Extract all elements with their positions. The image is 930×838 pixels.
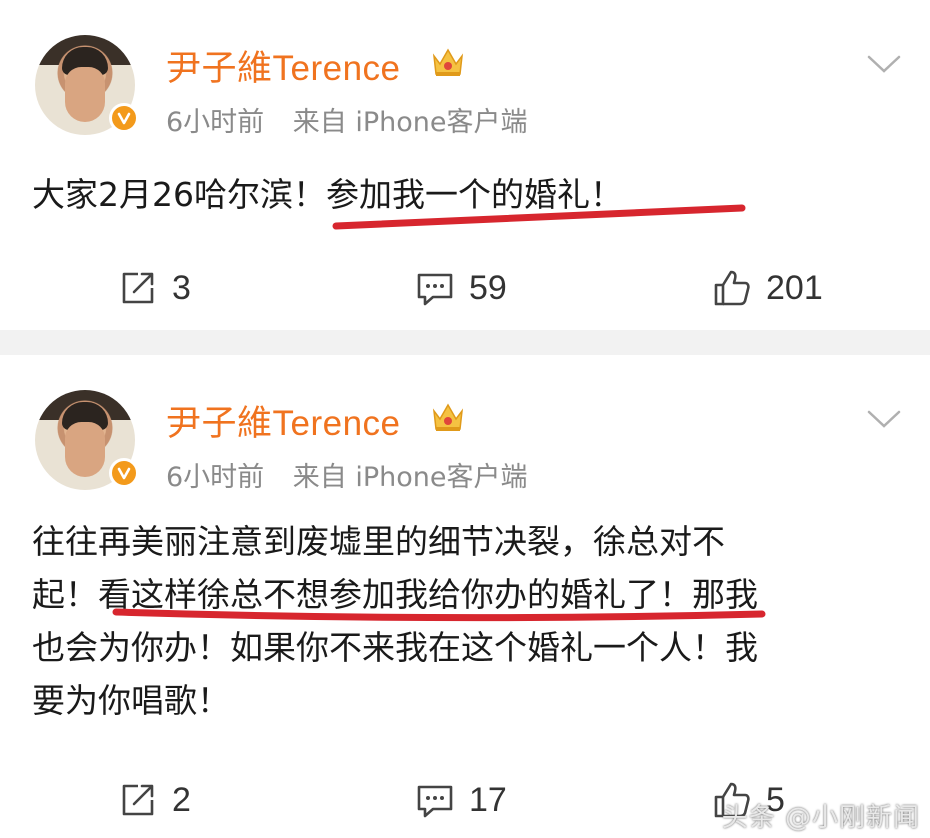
post-text-line: 往往再美丽注意到废墟里的细节决裂，徐总对不 [32,522,725,561]
repost-button[interactable]: 3 [118,258,191,318]
post-text: 大家2月26哈尔滨！ [32,175,326,214]
chevron-down-icon[interactable] [866,52,902,76]
post-text-line: 要为你唱歌！ [32,681,230,720]
like-button[interactable]: 201 [712,258,823,318]
verified-v-icon [109,103,139,133]
action-bar: 3 59 201 [0,258,930,318]
post-time: 6小时前 [166,107,265,138]
comment-button[interactable]: 17 [415,770,507,830]
thumbs-up-icon [714,270,750,306]
weibo-post-2: 尹子維Terence 6小时前 来自 iPhone客户端 往往再美丽注意到废墟里… [0,355,930,838]
comment-icon [417,273,453,306]
avatar[interactable] [35,390,139,490]
watermark: 头条 @小刚新闻 [721,803,920,833]
verified-v-icon [109,458,139,488]
comment-count: 17 [469,780,507,819]
repost-count: 3 [172,268,191,307]
weibo-post-1: 尹子維Terence 6小时前 来自 iPhone客户端 大家2月26哈尔滨！参… [0,0,930,330]
repost-icon [122,272,154,304]
post-meta: 6小时前 来自 iPhone客户端 [166,455,528,494]
comment-button[interactable]: 59 [415,258,507,318]
post-text: 起！ [32,575,98,614]
post-time: 6小时前 [166,462,265,493]
repost-icon [122,784,154,816]
comment-count: 59 [469,268,507,307]
repost-button[interactable]: 2 [118,770,191,830]
post-source: 来自 iPhone客户端 [292,107,528,138]
comment-icon [417,785,453,818]
username[interactable]: 尹子維Terence [166,395,401,446]
post-source: 来自 iPhone客户端 [292,462,528,493]
crown-icon [432,403,464,431]
red-underline-annotation [332,204,746,230]
chevron-down-icon[interactable] [866,407,902,431]
avatar[interactable] [35,35,139,135]
repost-count: 2 [172,780,191,819]
post-separator [0,330,930,355]
like-count: 201 [766,268,823,307]
crown-icon [432,48,464,76]
post-meta: 6小时前 来自 iPhone客户端 [166,100,528,139]
username[interactable]: 尹子維Terence [166,40,401,91]
red-underline-annotation [112,608,766,622]
